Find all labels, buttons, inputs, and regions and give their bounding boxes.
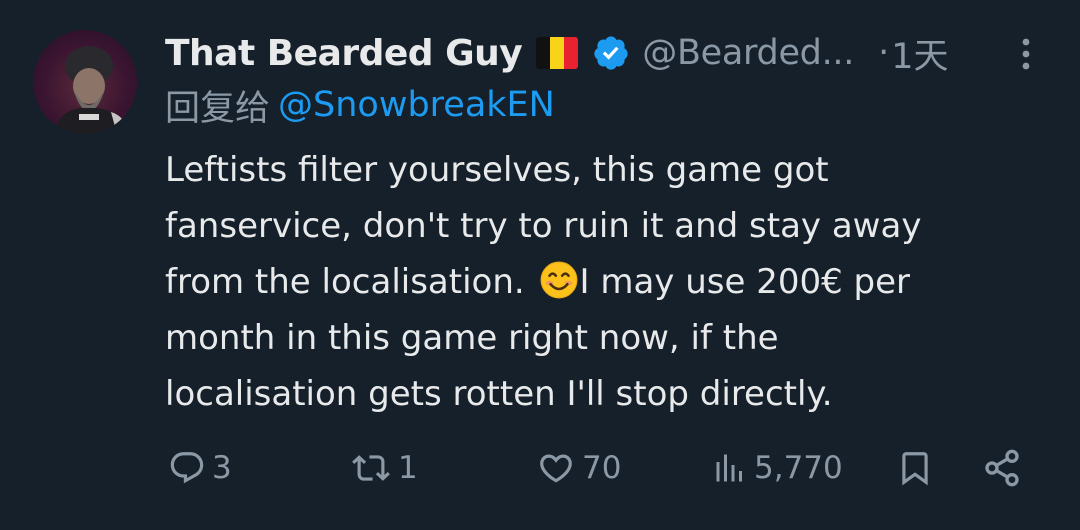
smiling-face-emoji	[540, 261, 577, 299]
avatar[interactable]	[33, 30, 137, 134]
replying-to-handle-link[interactable]: @SnowbreakEN	[278, 85, 555, 125]
tweet-text: Leftists filter yourselves, this game go…	[165, 142, 1045, 422]
tweet-text-line: month in this game right now, if the	[165, 318, 779, 358]
tweet-text-line: Leftists filter yourselves, this game go…	[165, 150, 829, 190]
replying-to: 回复给 @SnowbreakEN	[165, 80, 555, 130]
share-icon	[985, 449, 1019, 487]
tweet-text-line: fanservice, don't try to ruin it and sta…	[165, 206, 922, 246]
tweet-header: That Bearded Guy @Bearded... · 1天	[165, 28, 949, 78]
bookmark-button[interactable]	[896, 440, 934, 496]
more-options-icon[interactable]	[1011, 36, 1041, 72]
belgium-flag-icon	[536, 37, 579, 69]
retweet-icon	[352, 455, 390, 481]
verified-badge-icon	[594, 36, 628, 70]
tweet-text-line: from the localisation. I may use 200€ pe…	[165, 254, 1045, 310]
like-count: 70	[582, 450, 622, 486]
separator-dot: ·	[878, 33, 890, 73]
author-handle[interactable]: @Bearded...	[642, 33, 854, 73]
share-button[interactable]	[982, 440, 1022, 496]
reply-button[interactable]: 3	[168, 440, 232, 496]
retweet-count: 1	[398, 450, 418, 486]
retweet-button[interactable]: 1	[350, 440, 418, 496]
like-button[interactable]: 70	[536, 440, 621, 496]
tweet-text-segment: I may use 200€ per	[579, 262, 911, 302]
author-display-name[interactable]: That Bearded Guy	[165, 33, 523, 74]
views-button[interactable]: 5,770	[712, 440, 843, 496]
tweet-text-segment: from the localisation.	[165, 262, 536, 302]
views-chart-icon	[716, 454, 742, 482]
reply-count: 3	[212, 450, 232, 486]
heart-icon	[540, 454, 572, 483]
reply-icon	[170, 452, 204, 484]
tweet-actions-bar: 3 1 70 5,770	[0, 440, 1080, 496]
bookmark-icon	[902, 452, 928, 486]
view-count: 5,770	[754, 450, 843, 486]
replying-to-label: 回复给	[165, 88, 271, 129]
tweet-text-line: localisation gets rotten I'll stop direc…	[165, 374, 833, 414]
tweet-timestamp[interactable]: 1天	[891, 28, 948, 79]
tweet[interactable]: That Bearded Guy @Bearded... · 1天 回复给 @S…	[0, 0, 1080, 530]
